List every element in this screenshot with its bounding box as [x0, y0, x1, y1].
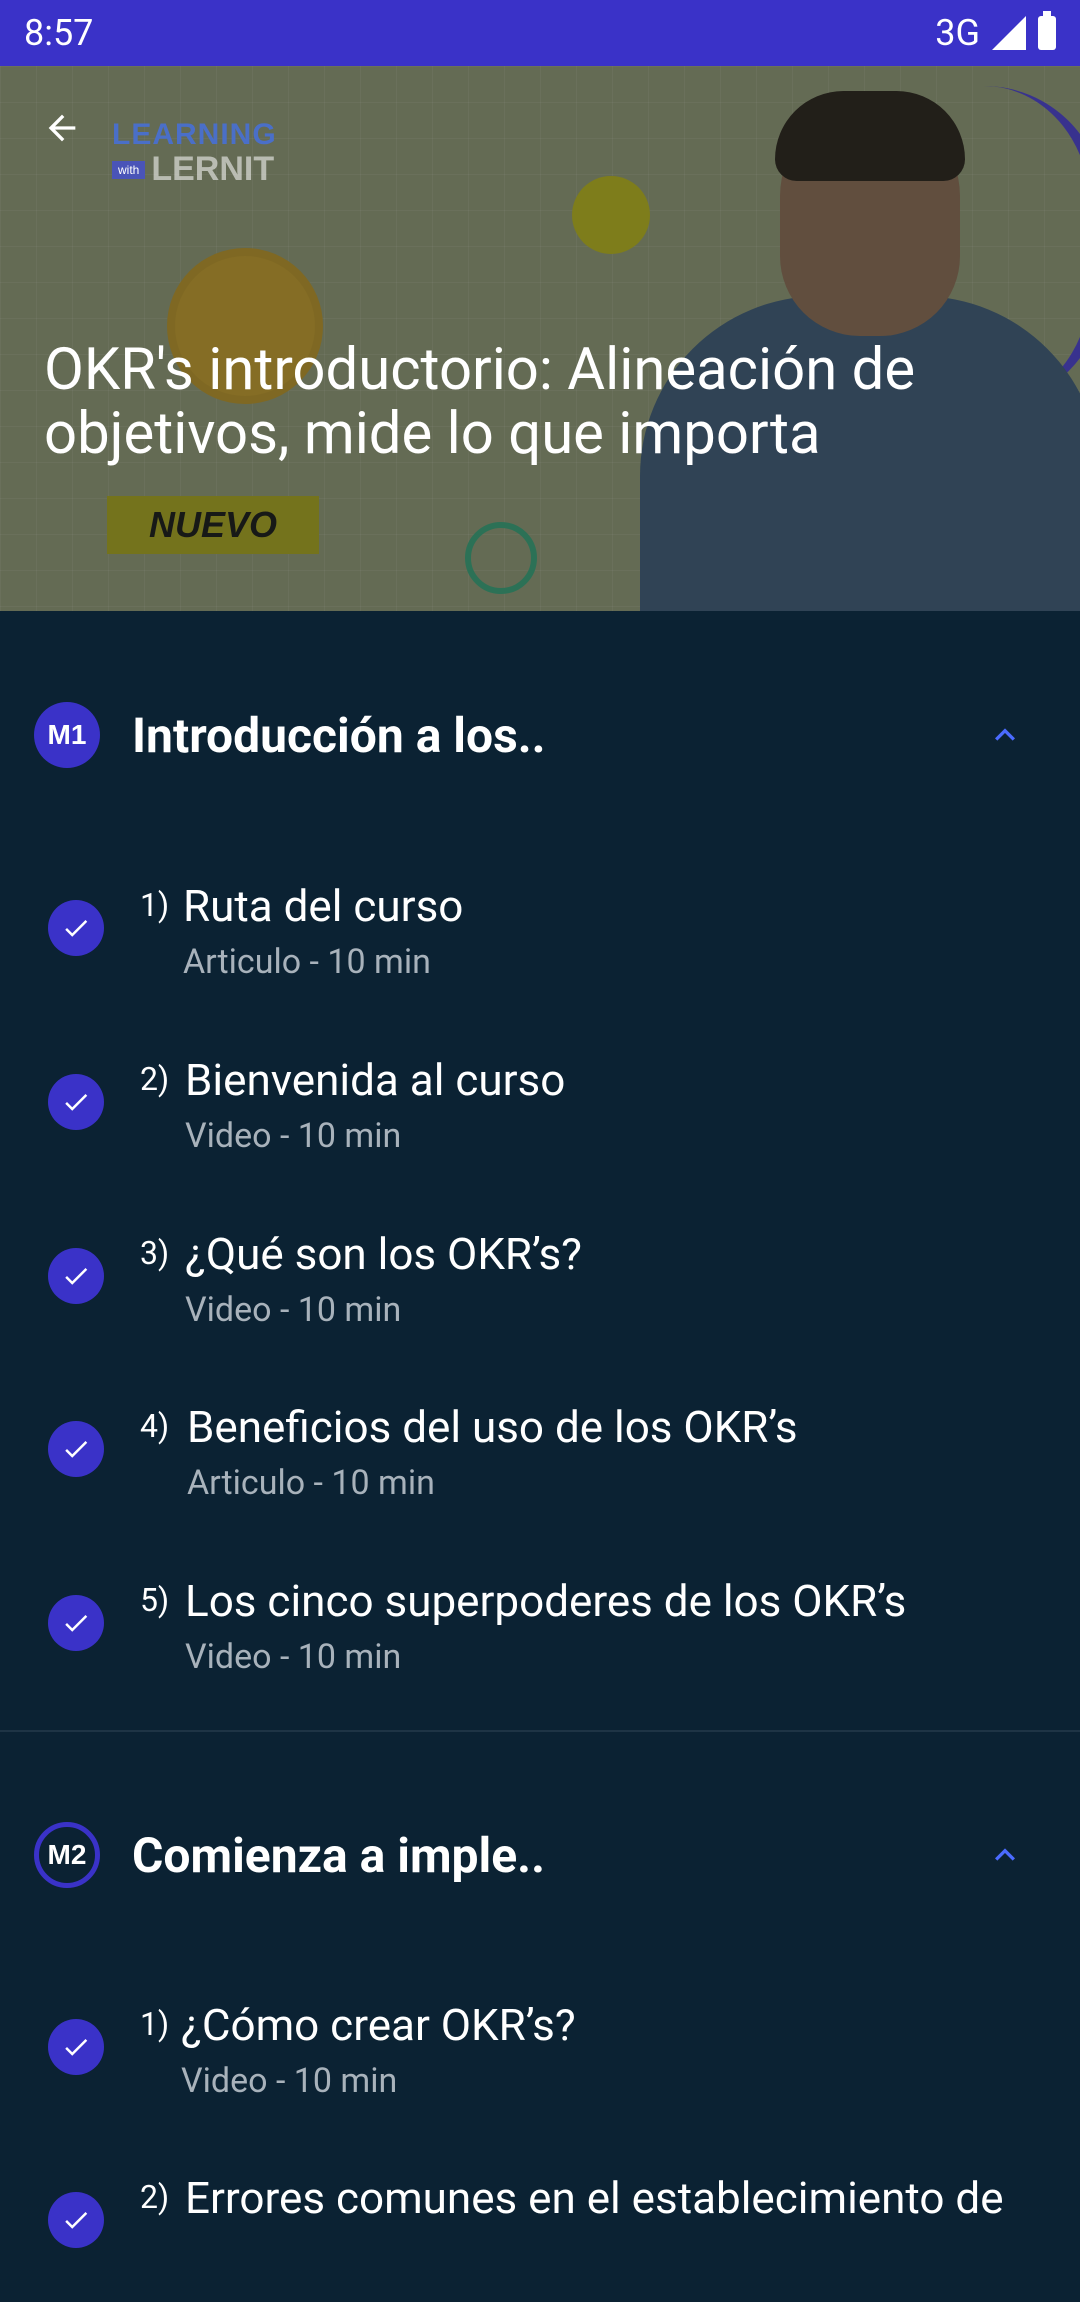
brand-logo: LEARNING with LERNIT [112, 118, 277, 188]
lesson-item[interactable]: 1) ¿Cómo crear OKR’s? Video - 10 min [0, 1999, 1080, 2129]
module-title: Introducción a los.. [132, 706, 546, 764]
lesson-meta: Articulo - 10 min [183, 942, 431, 982]
signal-icon [992, 16, 1026, 50]
lesson-title: Los cinco superpoderes de los OKR’s [185, 1575, 907, 1627]
lesson-title: Bienvenida al curso [185, 1054, 566, 1106]
module-badge: M2 [34, 1822, 100, 1888]
lesson-meta: Video - 10 min [185, 1290, 402, 1330]
check-circle-icon [48, 2192, 104, 2248]
check-circle-icon [48, 900, 104, 956]
status-icons: 3G [935, 11, 1056, 54]
module-badge: M1 [34, 702, 100, 768]
lesson-meta: Video - 10 min [181, 2061, 398, 2101]
lesson-number: 2) [140, 1060, 170, 1098]
lesson-number: 1) [140, 886, 170, 924]
lesson-meta: Video - 10 min [185, 1116, 402, 1156]
lesson-title: Ruta del curso [183, 880, 464, 932]
lesson-item[interactable]: 5) Los cinco superpoderes de los OKR’s V… [0, 1575, 1080, 1705]
status-time: 8:57 [24, 12, 94, 54]
back-arrow-icon [48, 114, 76, 142]
check-circle-icon [48, 1074, 104, 1130]
lesson-number: 2) [140, 2178, 170, 2216]
module-divider [0, 1730, 1080, 1732]
lesson-number: 3) [140, 1234, 170, 1272]
lesson-title: Beneficios del uso de los OKR’s [187, 1401, 798, 1453]
check-circle-icon [48, 1421, 104, 1477]
course-hero: NUEVO LEARNING with LERNIT OKR's introdu… [0, 66, 1080, 611]
lesson-item[interactable]: 2) Errores comunes en el establecimiento… [0, 2172, 1080, 2302]
lesson-number: 1) [140, 2005, 170, 2043]
lesson-item[interactable]: 1) Ruta del curso Articulo - 10 min [0, 880, 1080, 1010]
module-title: Comienza a imple.. [132, 1826, 546, 1884]
check-circle-icon [48, 2019, 104, 2075]
module-header-m1[interactable]: M1 Introducción a los.. [0, 685, 1080, 785]
course-title: OKR's introductorio: Alineación de objet… [44, 336, 916, 468]
lesson-number: 4) [140, 1407, 170, 1445]
lesson-item[interactable]: 3) ¿Qué son los OKR’s? Video - 10 min [0, 1228, 1080, 1358]
chevron-up-icon[interactable] [985, 1835, 1025, 1875]
lesson-title: Errores comunes en el establecimiento de [185, 2172, 1004, 2224]
lesson-title: ¿Cómo crear OKR’s? [181, 1999, 576, 2051]
check-circle-icon [48, 1248, 104, 1304]
lesson-item[interactable]: 4) Beneficios del uso de los OKR’s Artic… [0, 1401, 1080, 1531]
module-header-m2[interactable]: M2 Comienza a imple.. [0, 1805, 1080, 1905]
lesson-item[interactable]: 2) Bienvenida al curso Video - 10 min [0, 1054, 1080, 1184]
battery-icon [1038, 11, 1056, 50]
check-circle-icon [48, 1595, 104, 1651]
status-bar: 8:57 3G [0, 0, 1080, 66]
lesson-meta: Articulo - 10 min [187, 1463, 435, 1503]
back-button[interactable] [36, 102, 88, 154]
chevron-up-icon[interactable] [985, 715, 1025, 755]
lesson-number: 5) [140, 1581, 170, 1619]
lesson-meta: Video - 10 min [185, 1637, 402, 1677]
lesson-title: ¿Qué son los OKR’s? [185, 1228, 582, 1280]
network-type: 3G [935, 12, 980, 54]
